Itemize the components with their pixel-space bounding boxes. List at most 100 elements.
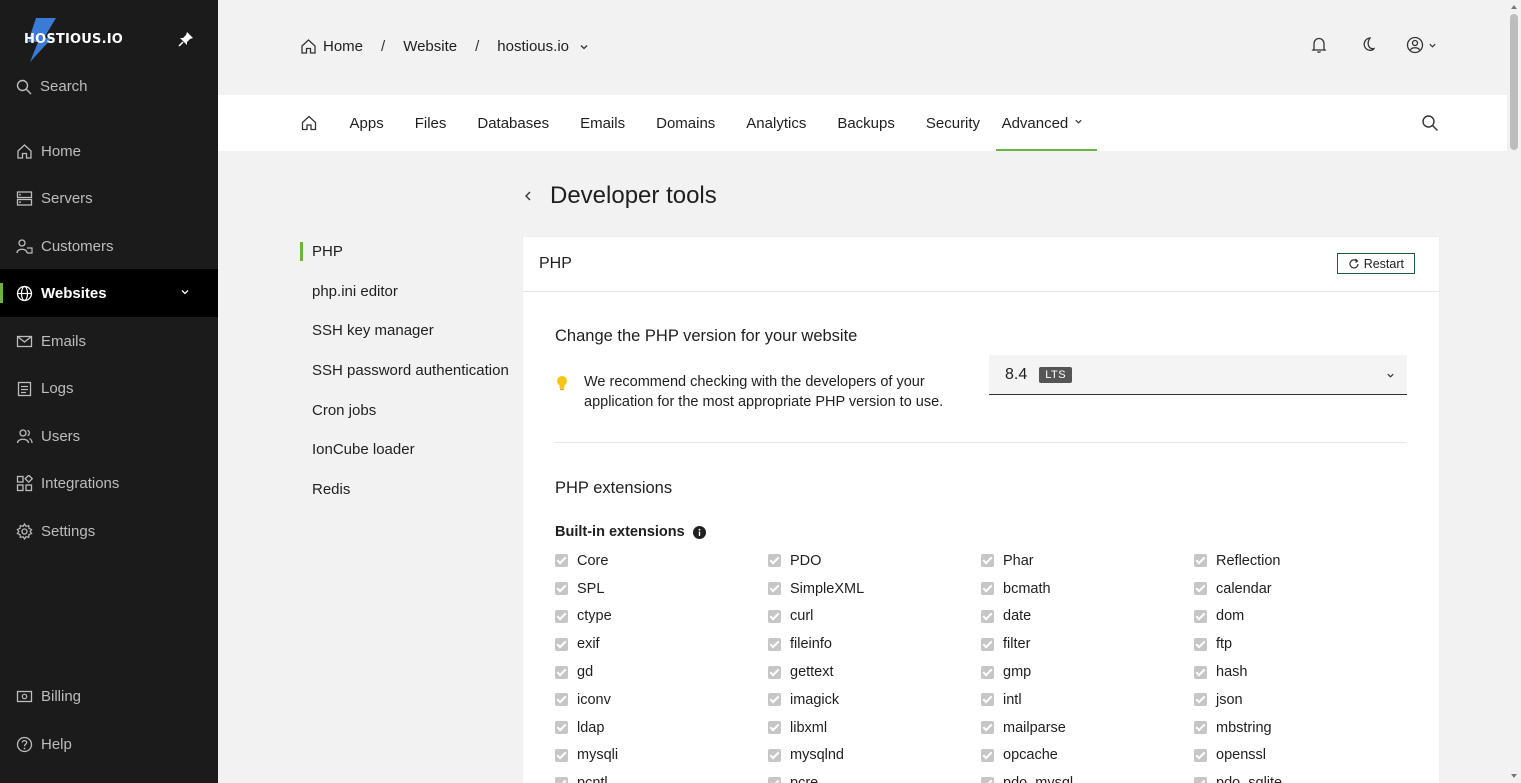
- extension-item[interactable]: hash: [1194, 658, 1407, 686]
- chevron-down-icon[interactable]: [579, 42, 589, 52]
- tab-analytics[interactable]: Analytics: [731, 95, 822, 151]
- home-icon[interactable]: [300, 38, 317, 55]
- scrollbar[interactable]: [1507, 0, 1521, 783]
- scrollbar-thumb[interactable]: [1510, 14, 1518, 150]
- scroll-down-icon[interactable]: [1510, 772, 1518, 780]
- extension-checkbox[interactable]: [555, 637, 568, 651]
- extension-item[interactable]: filter: [981, 630, 1194, 658]
- extension-checkbox[interactable]: [981, 693, 994, 707]
- breadcrumb-home[interactable]: Home: [323, 38, 363, 55]
- extension-item[interactable]: ctype: [555, 603, 768, 631]
- tab-security[interactable]: Security: [910, 95, 995, 151]
- tab-home[interactable]: [300, 95, 334, 151]
- info-icon[interactable]: [692, 525, 706, 539]
- subnav-item-phpini-editor[interactable]: php.ini editor: [300, 272, 510, 312]
- breadcrumb-site-selector[interactable]: hostious.io: [497, 38, 569, 55]
- bell-icon[interactable]: [1310, 36, 1328, 54]
- extension-item[interactable]: imagick: [768, 686, 981, 714]
- tab-advanced[interactable]: Advanced: [995, 95, 1098, 151]
- sidebar-search[interactable]: Search: [16, 78, 88, 95]
- extension-checkbox[interactable]: [1194, 693, 1207, 707]
- extension-item[interactable]: SimpleXML: [768, 575, 981, 603]
- extension-item[interactable]: mysqlnd: [768, 742, 981, 770]
- extension-item[interactable]: SPL: [555, 575, 768, 603]
- breadcrumb-website[interactable]: Website: [403, 38, 457, 55]
- extension-item[interactable]: bcmath: [981, 575, 1194, 603]
- extension-checkbox[interactable]: [981, 637, 994, 651]
- extension-checkbox[interactable]: [768, 554, 781, 568]
- extension-checkbox[interactable]: [555, 693, 568, 707]
- sidebar-item-websites[interactable]: Websites: [0, 269, 218, 317]
- extension-checkbox[interactable]: [555, 665, 568, 679]
- user-menu[interactable]: [1406, 36, 1437, 54]
- sidebar-item-settings[interactable]: Settings: [0, 507, 218, 555]
- tab-domains[interactable]: Domains: [641, 95, 731, 151]
- extension-item[interactable]: Phar: [981, 547, 1194, 575]
- extension-checkbox[interactable]: [1194, 637, 1207, 651]
- extension-checkbox[interactable]: [981, 748, 994, 762]
- php-version-select[interactable]: 8.4 LTS: [989, 355, 1407, 395]
- extension-item[interactable]: curl: [768, 603, 981, 631]
- extension-item[interactable]: mysqli: [555, 742, 768, 770]
- extension-item[interactable]: pdo_sqlite: [1194, 769, 1407, 783]
- sidebar-item-integrations[interactable]: Integrations: [0, 459, 218, 507]
- extension-item[interactable]: iconv: [555, 686, 768, 714]
- moon-icon[interactable]: [1358, 36, 1376, 54]
- extension-checkbox[interactable]: [768, 693, 781, 707]
- tab-databases[interactable]: Databases: [462, 95, 565, 151]
- sidebar-item-emails[interactable]: Emails: [0, 317, 218, 365]
- subnav-item-redis[interactable]: Redis: [300, 470, 510, 510]
- extension-checkbox[interactable]: [1194, 609, 1207, 623]
- extension-checkbox[interactable]: [981, 554, 994, 568]
- extension-checkbox[interactable]: [555, 609, 568, 623]
- tab-files[interactable]: Files: [399, 95, 462, 151]
- pin-icon[interactable]: [178, 31, 194, 47]
- extension-item[interactable]: calendar: [1194, 575, 1407, 603]
- tab-emails[interactable]: Emails: [565, 95, 641, 151]
- extension-checkbox[interactable]: [768, 665, 781, 679]
- extension-item[interactable]: gettext: [768, 658, 981, 686]
- extension-checkbox[interactable]: [768, 776, 781, 783]
- extension-checkbox[interactable]: [1194, 665, 1207, 679]
- sidebar-item-help[interactable]: Help: [0, 720, 218, 768]
- subnav-item-cron-jobs[interactable]: Cron jobs: [300, 390, 510, 430]
- subnav-item-ssh-key-manager[interactable]: SSH key manager: [300, 311, 510, 351]
- extension-checkbox[interactable]: [555, 776, 568, 783]
- extension-item[interactable]: fileinfo: [768, 630, 981, 658]
- extension-checkbox[interactable]: [768, 637, 781, 651]
- extension-checkbox[interactable]: [981, 721, 994, 735]
- subnav-item-ioncube-loader[interactable]: IonCube loader: [300, 430, 510, 470]
- extension-checkbox[interactable]: [1194, 776, 1207, 783]
- extension-item[interactable]: ftp: [1194, 630, 1407, 658]
- extension-checkbox[interactable]: [981, 609, 994, 623]
- extension-checkbox[interactable]: [555, 554, 568, 568]
- extension-checkbox[interactable]: [555, 721, 568, 735]
- extension-item[interactable]: pcntl: [555, 769, 768, 783]
- subnav-item-ssh-password-auth[interactable]: SSH password authentication: [300, 351, 510, 391]
- extension-checkbox[interactable]: [555, 748, 568, 762]
- extension-checkbox[interactable]: [1194, 748, 1207, 762]
- sidebar-item-home[interactable]: Home: [0, 127, 218, 175]
- extension-item[interactable]: libxml: [768, 714, 981, 742]
- extension-checkbox[interactable]: [768, 609, 781, 623]
- extension-item[interactable]: intl: [981, 686, 1194, 714]
- extension-checkbox[interactable]: [1194, 582, 1207, 596]
- extension-item[interactable]: pdo_mysql: [981, 769, 1194, 783]
- extension-checkbox[interactable]: [981, 582, 994, 596]
- extension-checkbox[interactable]: [1194, 721, 1207, 735]
- extension-item[interactable]: ldap: [555, 714, 768, 742]
- tab-backups[interactable]: Backups: [822, 95, 911, 151]
- extension-item[interactable]: gmp: [981, 658, 1194, 686]
- extension-item[interactable]: date: [981, 603, 1194, 631]
- extension-item[interactable]: exif: [555, 630, 768, 658]
- extension-item[interactable]: openssl: [1194, 742, 1407, 770]
- sidebar-item-users[interactable]: Users: [0, 412, 218, 460]
- sidebar-item-billing[interactable]: Billing: [0, 672, 218, 720]
- extension-item[interactable]: dom: [1194, 603, 1407, 631]
- extension-item[interactable]: pcre: [768, 769, 981, 783]
- extension-item[interactable]: mailparse: [981, 714, 1194, 742]
- extension-item[interactable]: json: [1194, 686, 1407, 714]
- sidebar-item-logs[interactable]: Logs: [0, 364, 218, 412]
- extension-checkbox[interactable]: [1194, 554, 1207, 568]
- extension-checkbox[interactable]: [555, 582, 568, 596]
